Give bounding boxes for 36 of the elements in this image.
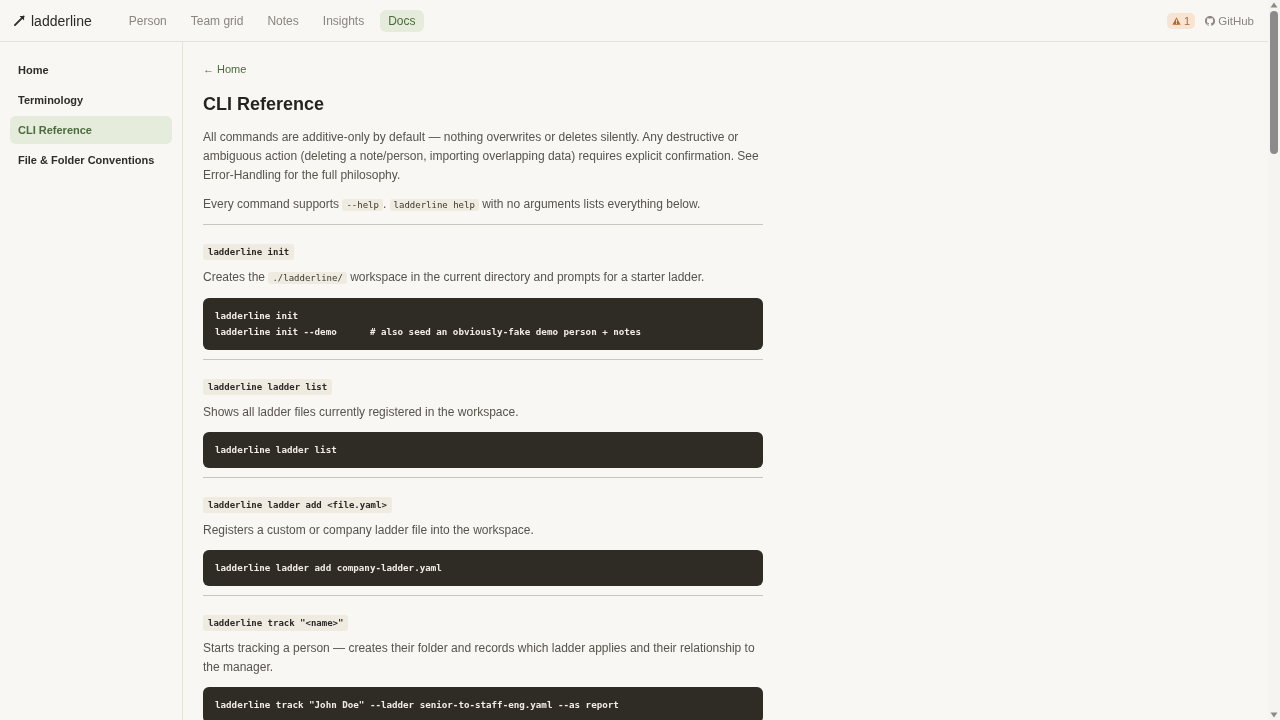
nav-tab[interactable]: Docs [380, 9, 424, 32]
paragraph: Every command supports --help . ladderline help with no arguments lists everything below. [203, 196, 701, 213]
command-description: Shows all ladder files currently registered in the workspace. [203, 404, 519, 421]
code-line: ladderline ladder list [215, 443, 337, 457]
sidebar-item[interactable]: Home [10, 56, 172, 84]
github-icon [1205, 15, 1216, 26]
nav-tab[interactable]: Team grid [182, 9, 252, 32]
command-heading: ladderline ladder add <file.yaml> [203, 497, 392, 513]
paragraph: All commands are additive-only by default — nothing overwrites or deletes silently. Any destructive or ambiguous action (deleting a note/person, importing overlapping data) requires explicit confirmation. See Error-Handling for the full philosophy. [203, 129, 760, 184]
command-heading: ladderline ladder list [203, 379, 333, 395]
sidebar-item[interactable]: CLI Reference [10, 116, 172, 144]
diagonal-arrow-icon [14, 15, 25, 26]
command-description: Starts tracking a person — creates their folder and records which ladder applies and their relationship to the manager. [203, 640, 756, 676]
scroll-down-arrow-icon[interactable] [1270, 712, 1278, 718]
code-line: ladderline init --demo # also seed an obviously-fake demo person + notes [215, 325, 641, 339]
page-title: CLI Reference [203, 93, 325, 116]
app-logo[interactable]: ladderline [31, 12, 92, 29]
command-description: Registers a custom or company ladder file into the workspace. [203, 522, 534, 539]
command-heading: ladderline track "<name>" [203, 615, 349, 631]
scrollbar-thumb[interactable] [1270, 11, 1278, 154]
nav-tab[interactable]: Person [120, 9, 175, 32]
code-line: ladderline track "John Doe" --ladder senior-to-staff-eng.yaml --as report [215, 698, 619, 712]
scrollbar[interactable] [1268, 0, 1280, 720]
code-line: ladderline init [215, 309, 298, 323]
nav-tab[interactable]: Insights [314, 9, 373, 32]
github-link[interactable]: GitHub [1205, 14, 1254, 27]
scroll-up-arrow-icon[interactable] [1270, 2, 1278, 8]
code-line: ladderline ladder add company-ladder.yaml [215, 561, 442, 575]
back-link[interactable]: ← Home [203, 62, 247, 76]
nav-tab[interactable]: Notes [259, 9, 307, 32]
command-heading: ladderline init [203, 244, 295, 260]
command-description: Creates the ./ladderline/ workspace in the current directory and prompts for a starter ladder. [203, 269, 705, 286]
warning-badge[interactable]: 1 [1167, 12, 1196, 29]
sidebar-item[interactable]: File & Folder Conventions [10, 146, 172, 174]
warning-icon [1172, 16, 1182, 25]
sidebar-item[interactable]: Terminology [10, 86, 172, 114]
